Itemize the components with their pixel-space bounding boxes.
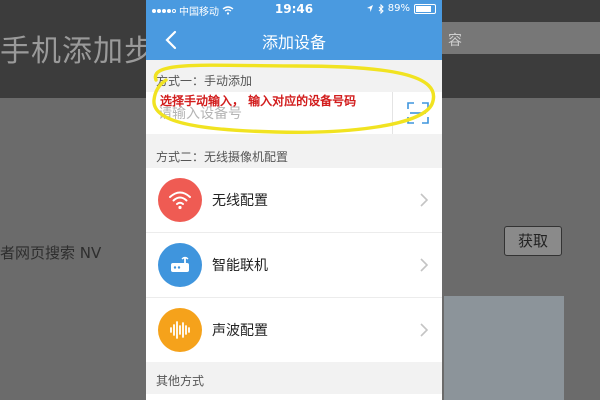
background-body-text: 者网页搜索 NV: [0, 244, 102, 262]
router-icon-badge: [158, 243, 202, 287]
router-icon: [171, 256, 189, 272]
other-section-list: [146, 394, 442, 400]
other-section-label: 其他方式: [156, 374, 205, 388]
highlight-ellipse: [152, 63, 436, 134]
list-item-soundwave-config[interactable]: 声波配置: [146, 298, 442, 362]
soundwave-icon: [170, 321, 190, 339]
background-get-button: 获取: [504, 226, 562, 256]
list-item-label: 智能联机: [212, 258, 268, 274]
background-photo: [444, 296, 564, 400]
list-item-wireless-config[interactable]: 无线配置: [146, 168, 442, 233]
background-search-text: 容: [448, 33, 462, 49]
phone-screen: 中国移动 19:46 89% 添加设备 方式一：手动添加 请输入设备号 选择手动…: [146, 0, 442, 400]
chevron-right-icon: [420, 193, 428, 207]
chevron-right-icon: [420, 258, 428, 272]
list-item-label: 无线配置: [212, 193, 268, 209]
list-item-label: 声波配置: [212, 323, 268, 339]
wireless-section-label: 方式二：无线摄像机配置: [156, 150, 289, 164]
soundwave-icon-badge: [158, 308, 202, 352]
background-search-box: [440, 22, 600, 54]
list-item-smart-link[interactable]: 智能联机: [146, 233, 442, 298]
wifi-icon: [169, 191, 191, 210]
annotation-text: 选择手动输入， 输入对应的设备号码: [160, 94, 357, 108]
chevron-right-icon: [420, 323, 428, 337]
wireless-config-list: 无线配置 智能联机 声波配置: [146, 168, 442, 362]
wifi-icon-badge: [158, 178, 202, 222]
